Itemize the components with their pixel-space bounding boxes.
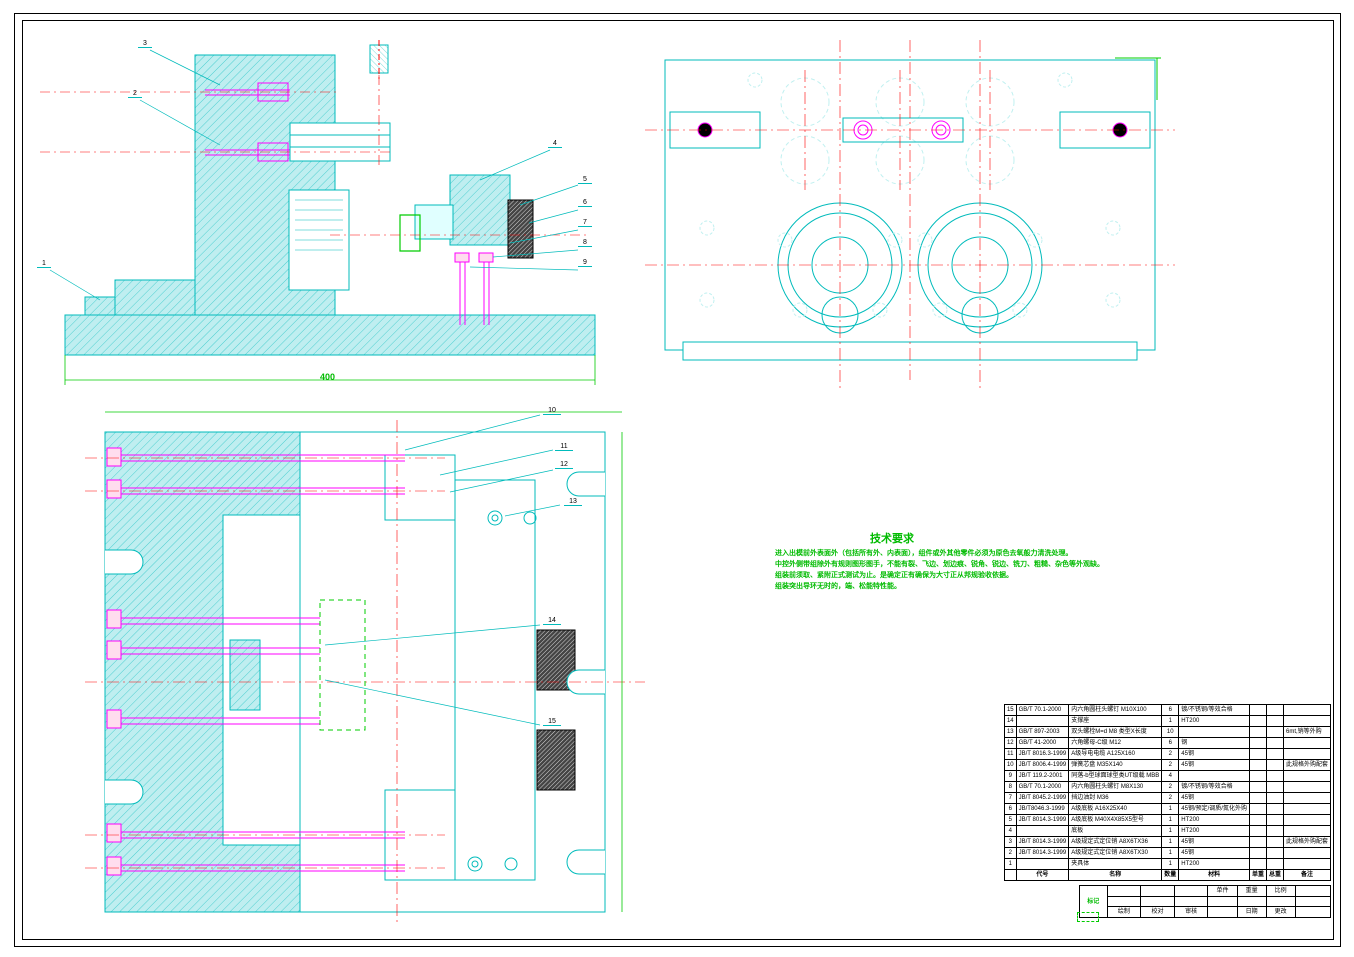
view-plan (85, 420, 645, 930)
notes-title: 技术要求 (870, 530, 914, 546)
tb-unit: 单件 (1208, 886, 1237, 897)
balloon-1: 1 (37, 260, 51, 268)
balloon-8: 8 (578, 239, 592, 247)
tb-check: 校对 (1141, 907, 1175, 918)
balloons-front (30, 35, 610, 395)
balloon-6: 6 (578, 199, 592, 207)
notes-l2: 中控外侧带组除外有规则图形图手，不能有裂、飞边、划边痕、锐角、锐边、铣刀、粗糙、… (775, 559, 1104, 569)
notes-l4: 组装突出导环无时的，端、松能特性能。 (775, 581, 901, 591)
tb-rev: 更改 (1266, 907, 1295, 918)
tb-drawn: 绘制 (1107, 907, 1141, 918)
tb-scale: 比例 (1266, 886, 1295, 897)
tb-wt: 重量 (1237, 886, 1266, 897)
view-right (645, 40, 1175, 400)
title-block: 标记 单件 重量 比例 绘制 校对 审核 日期 更改 (1079, 885, 1331, 918)
balloon-7: 7 (578, 219, 592, 227)
balloon-15: 15 (543, 718, 561, 726)
tb-approved: 审核 (1174, 907, 1208, 918)
balloon-9: 9 (578, 259, 592, 267)
bom-table: 15GB/T 70.1-2000内六角圆柱头螺钉 M10X1006镀/不锈钢/等… (1004, 704, 1331, 881)
tb-date: 日期 (1237, 907, 1266, 918)
balloon-5: 5 (578, 176, 592, 184)
balloon-14: 14 (543, 617, 561, 625)
balloon-13: 13 (564, 498, 582, 506)
balloon-11: 11 (555, 443, 573, 451)
tb-edit-dash (1077, 912, 1099, 922)
notes-l1: 进入出模前外表面外（包括所有外、内表面），组件或外其他零件必须为原色去氧般力清洗… (775, 548, 1073, 558)
notes-l3: 组装前须取、紧附正式测试为止。是确定正有确保为大寸正从邦规验收依据。 (775, 570, 1013, 580)
balloon-3: 3 (138, 40, 152, 48)
balloon-4: 4 (548, 140, 562, 148)
balloon-2: 2 (128, 90, 142, 98)
balloon-12: 12 (555, 461, 573, 469)
tb-mark: 标记 (1087, 899, 1099, 905)
balloon-10: 10 (543, 407, 561, 415)
